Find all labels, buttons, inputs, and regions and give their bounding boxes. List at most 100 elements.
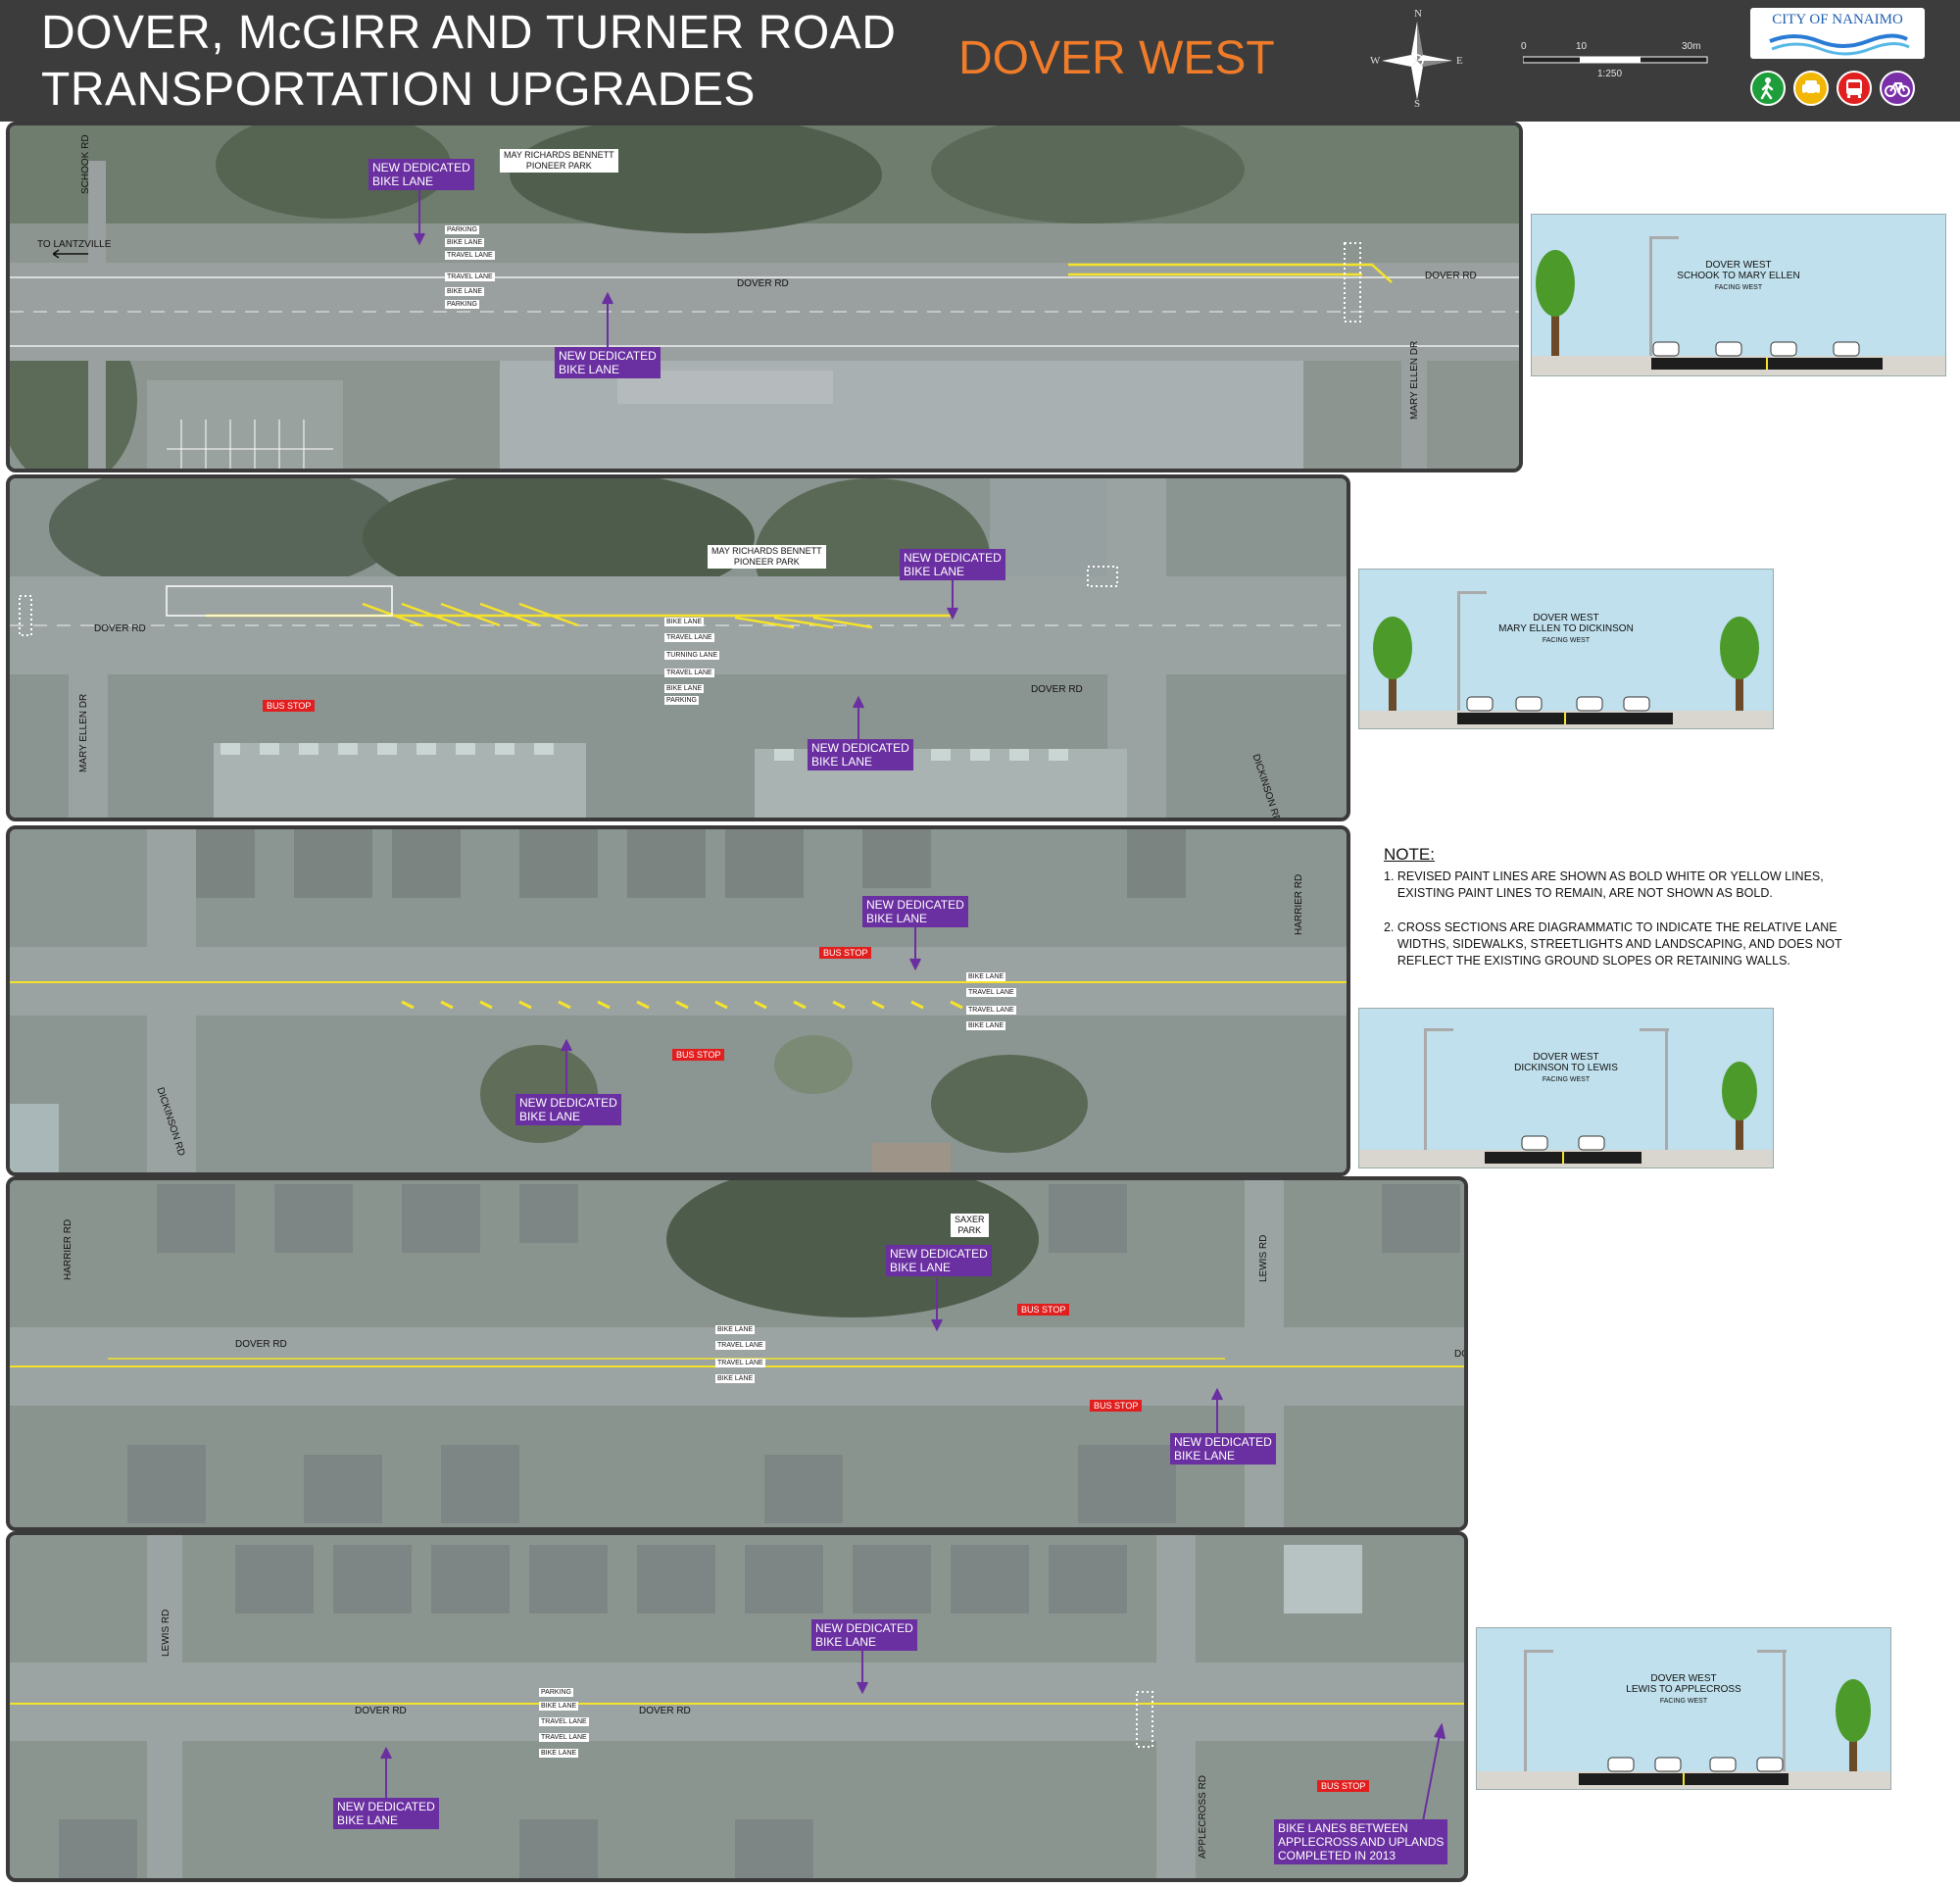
lane-label: PARKING <box>445 300 479 309</box>
xsec-facing: FACING WEST <box>1659 1698 1708 1705</box>
road-label-dover-2: DOVER RD <box>639 1706 691 1716</box>
callout-arrow-icon <box>857 1651 868 1694</box>
xsec-facing: FACING WEST <box>1714 284 1763 291</box>
lane-label: TRAVEL LANE <box>966 1006 1016 1015</box>
park-label: MAY RICHARDS BENNETT PIONEER PARK <box>500 149 618 173</box>
pedestrian-icon <box>1750 71 1786 106</box>
compass-w: W <box>1370 55 1381 67</box>
callout-new-bike-lane: NEW DEDICATED BIKE LANE <box>862 896 968 927</box>
wave-icon <box>1769 33 1910 56</box>
xsec-segment: SCHOOK TO MARY ELLEN <box>1677 271 1800 281</box>
xsec-title: DOVER WEST <box>1650 1673 1717 1684</box>
callout-arrow-icon <box>931 1278 943 1331</box>
park-label: MAY RICHARDS BENNETT PIONEER PARK <box>708 545 826 569</box>
lane-label: PARKING <box>664 696 699 705</box>
callout-new-bike-lane: NEW DEDICATED BIKE LANE <box>515 1094 621 1125</box>
city-logo: CITY OF NANAIMO <box>1750 8 1925 59</box>
park-label: SAXER PARK <box>951 1214 989 1237</box>
lane-label: TRAVEL LANE <box>539 1733 589 1742</box>
callout-new-bike-lane: NEW DEDICATED BIKE LANE <box>333 1798 439 1829</box>
bus-stop-label: BUS STOP <box>1317 1780 1370 1792</box>
lane-label: TRAVEL LANE <box>539 1717 589 1726</box>
note-item-1: 1. REVISED PAINT LINES ARE SHOWN AS BOLD… <box>1384 869 1824 900</box>
scale-ratio: 1:250 <box>1597 69 1623 79</box>
cross-section-4: DOVER WEST LEWIS TO APPLECROSS FACING WE… <box>1476 1627 1891 1790</box>
map-panel-3: HARRIER RD DICKINSON RD BIKE LANE TRAVEL… <box>6 825 1350 1176</box>
bus-stop-label: BUS STOP <box>819 947 872 959</box>
callout-new-bike-lane: NEW DEDICATED BIKE LANE <box>368 159 474 190</box>
road-label-dover-1: DOVER RD <box>355 1706 407 1716</box>
compass-s: S <box>1414 98 1421 110</box>
lane-label: PARKING <box>539 1688 573 1697</box>
xsec-title: DOVER WEST <box>1533 1052 1599 1063</box>
title-line-2: TRANSPORTATION UPGRADES <box>41 64 756 116</box>
cross-section-graphic <box>1359 591 1773 728</box>
map-panel-1: SCHOOK RD TO LANTZVILLE DOVER RD DOVER R… <box>6 122 1523 472</box>
lane-label: BIKE LANE <box>966 972 1006 981</box>
road-label-applecross: APPLECROSS RD <box>1198 1774 1208 1859</box>
notes-heading: NOTE: <box>1384 845 1435 864</box>
callout-arrow-icon <box>853 696 864 739</box>
road-label-harrier: HARRIER RD <box>63 1218 74 1280</box>
bus-stop-label: BUS STOP <box>672 1049 725 1061</box>
xsec-title: DOVER WEST <box>1533 613 1599 623</box>
road-label-dover-1: DOVER RD <box>94 623 146 634</box>
scale-tick-10: 10 <box>1576 41 1588 52</box>
xsec-segment: MARY ELLEN TO DICKINSON <box>1498 623 1634 634</box>
callout-new-bike-lane: NEW DEDICATED BIKE LANE <box>555 347 661 378</box>
cross-section-graphic <box>1359 1028 1773 1167</box>
xsec-segment: LEWIS TO APPLECROSS <box>1626 1684 1741 1695</box>
callout-new-bike-lane: NEW DEDICATED BIKE LANE <box>886 1245 992 1276</box>
bus-stop-label: BUS STOP <box>1017 1304 1070 1316</box>
callout-new-bike-lane: NEW DEDICATED BIKE LANE <box>1170 1433 1276 1465</box>
lane-label: BIKE LANE <box>539 1702 579 1711</box>
lane-label: BIKE LANE <box>445 238 485 247</box>
scale-tick-30: 30m <box>1682 41 1701 52</box>
callout-bike-lanes-completed: BIKE LANES BETWEEN APPLECROSS AND UPLAND… <box>1274 1819 1448 1864</box>
scale-bar-graphic <box>1523 56 1708 64</box>
callout-arrow-icon <box>414 190 425 245</box>
lane-label: TRAVEL LANE <box>664 669 714 677</box>
road-label-harrier: HARRIER RD <box>1294 873 1304 935</box>
bus-icon <box>1837 71 1872 106</box>
aerial-map-1 <box>10 125 1519 469</box>
lane-label: BIKE LANE <box>445 287 485 296</box>
road-label-lewis: LEWIS RD <box>161 1609 172 1657</box>
lane-label: BIKE LANE <box>664 618 705 626</box>
lane-label: TRAVEL LANE <box>664 633 714 642</box>
scale-bar: 0 10 30m 1:250 <box>1519 37 1711 80</box>
callout-new-bike-lane: NEW DEDICATED BIKE LANE <box>900 549 1005 580</box>
lane-label: PARKING <box>445 225 479 234</box>
lane-label: TRAVEL LANE <box>445 251 495 260</box>
compass-icon <box>1382 22 1452 100</box>
cross-section-graphic <box>1532 236 1945 375</box>
lane-label: TRAVEL LANE <box>715 1341 765 1350</box>
scale-tick-0: 0 <box>1521 41 1527 52</box>
road-label-dover-2: DOVER RD <box>1031 684 1083 695</box>
map-panel-4: HARRIER RD DOVER RD LEWIS RD DO SAXER PA… <box>6 1176 1468 1531</box>
xsec-segment: DICKINSON TO LEWIS <box>1514 1063 1618 1073</box>
bus-stop-label: BUS STOP <box>263 700 316 712</box>
xsec-facing: FACING WEST <box>1542 637 1591 644</box>
map-panel-2: DOVER RD DOVER RD MARY ELLEN DR DICKINSO… <box>6 474 1350 821</box>
bicycle-icon <box>1880 71 1915 106</box>
road-label-mary-ellen: MARY ELLEN DR <box>1409 340 1420 420</box>
xsec-title: DOVER WEST <box>1705 260 1772 271</box>
lane-label: BIKE LANE <box>715 1374 756 1383</box>
callout-new-bike-lane: NEW DEDICATED BIKE LANE <box>811 1619 917 1651</box>
callout-arrow-icon <box>947 580 958 620</box>
aerial-map-3 <box>10 829 1347 1172</box>
road-label-mary-ellen: MARY ELLEN DR <box>78 693 89 772</box>
road-label-dover: DOVER RD <box>235 1339 287 1350</box>
cross-section-2: DOVER WEST MARY ELLEN TO DICKINSON FACIN… <box>1358 569 1774 729</box>
aerial-map-5 <box>10 1535 1464 1878</box>
map-panel-5: LEWIS RD DOVER RD DOVER RD APPLECROSS RD… <box>6 1531 1468 1882</box>
bus-stop-label: BUS STOP <box>1090 1400 1143 1412</box>
cross-section-1: DOVER WEST SCHOOK TO MARY ELLEN FACING W… <box>1531 214 1946 376</box>
lane-label: TRAVEL LANE <box>715 1359 765 1367</box>
road-label-dover-cut: DO <box>1454 1349 1468 1360</box>
callout-arrow-icon <box>602 292 613 347</box>
cross-section-3: DOVER WEST DICKINSON TO LEWIS FACING WES… <box>1358 1008 1774 1168</box>
note-item-2: 2. CROSS SECTIONS ARE DIAGRAMMATIC TO IN… <box>1384 920 1842 968</box>
section-subtitle: DOVER WEST <box>958 32 1275 84</box>
